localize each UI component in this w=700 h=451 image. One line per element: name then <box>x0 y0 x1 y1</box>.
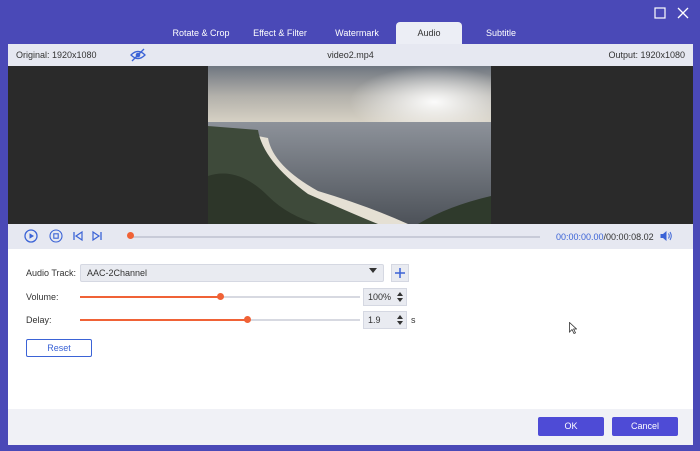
delay-down-arrow-icon[interactable] <box>397 321 403 325</box>
delay-value: 1.9 <box>368 315 381 325</box>
audio-track-label: Audio Track: <box>26 268 77 278</box>
tab-audio[interactable]: Audio <box>396 22 462 44</box>
delay-slider[interactable] <box>80 316 360 323</box>
delay-slider-knob[interactable] <box>243 316 251 323</box>
file-name: video2.mp4 <box>327 50 374 60</box>
output-resolution: Output: 1920x1080 <box>608 50 685 60</box>
previous-frame-icon[interactable] <box>71 229 85 243</box>
total-time: /00:00:08.02 <box>603 232 654 242</box>
timeline-track[interactable] <box>128 236 540 238</box>
eye-slash-icon[interactable] <box>130 48 146 62</box>
volume-slider-knob[interactable] <box>217 293 224 300</box>
audio-track-select[interactable]: AAC-2Channel <box>80 264 384 282</box>
volume-label: Volume: <box>26 292 59 302</box>
volume-value: 100% <box>368 292 392 302</box>
tab-rotate-crop[interactable]: Rotate & Crop <box>160 22 242 44</box>
delay-unit: s <box>411 315 416 325</box>
cancel-button[interactable]: Cancel <box>612 417 678 436</box>
tab-watermark[interactable]: Watermark <box>318 22 396 44</box>
reset-button[interactable]: Reset <box>26 339 92 357</box>
delay-stepper[interactable]: 1.9 <box>363 311 407 329</box>
play-icon[interactable] <box>24 229 38 243</box>
volume-icon[interactable] <box>659 229 673 243</box>
tab-effect-filter[interactable]: Effect & Filter <box>242 22 318 44</box>
maximize-icon[interactable] <box>653 6 667 20</box>
time-display: 00:00:00.00/00:00:08.02 <box>556 232 654 242</box>
audio-settings: Audio Track: AAC-2Channel Volume: 100% D… <box>8 249 693 409</box>
next-frame-icon[interactable] <box>90 229 104 243</box>
delay-up-arrow-icon[interactable] <box>397 315 403 319</box>
delay-label: Delay: <box>26 315 52 325</box>
mouse-cursor-icon <box>569 321 578 335</box>
delay-slider-fill <box>80 319 247 321</box>
video-preview <box>8 66 693 224</box>
video-info-bar: Original: 1920x1080 video2.mp4 Output: 1… <box>8 44 693 66</box>
current-time: 00:00:00.00 <box>556 232 604 242</box>
dialog-footer: OK Cancel <box>8 409 693 445</box>
video-frame-image <box>208 66 491 224</box>
timeline-playhead[interactable] <box>127 232 134 239</box>
chevron-down-icon <box>369 268 377 273</box>
tab-bar: Rotate & Crop Effect & Filter Watermark … <box>160 22 540 44</box>
tab-subtitle[interactable]: Subtitle <box>462 22 540 44</box>
playback-controls: 00:00:00.00/00:00:08.02 <box>8 224 693 249</box>
add-audio-track-button[interactable] <box>391 264 409 282</box>
stop-icon[interactable] <box>49 229 63 243</box>
volume-slider-fill <box>80 296 220 298</box>
editor-panel: Original: 1920x1080 video2.mp4 Output: 1… <box>8 44 693 445</box>
volume-down-arrow-icon[interactable] <box>397 298 403 302</box>
volume-slider[interactable] <box>80 293 360 300</box>
close-icon[interactable] <box>676 6 690 20</box>
title-bar: Rotate & Crop Effect & Filter Watermark … <box>0 0 700 44</box>
volume-up-arrow-icon[interactable] <box>397 292 403 296</box>
volume-stepper[interactable]: 100% <box>363 288 407 306</box>
audio-track-value: AAC-2Channel <box>87 268 148 278</box>
ok-button[interactable]: OK <box>538 417 604 436</box>
